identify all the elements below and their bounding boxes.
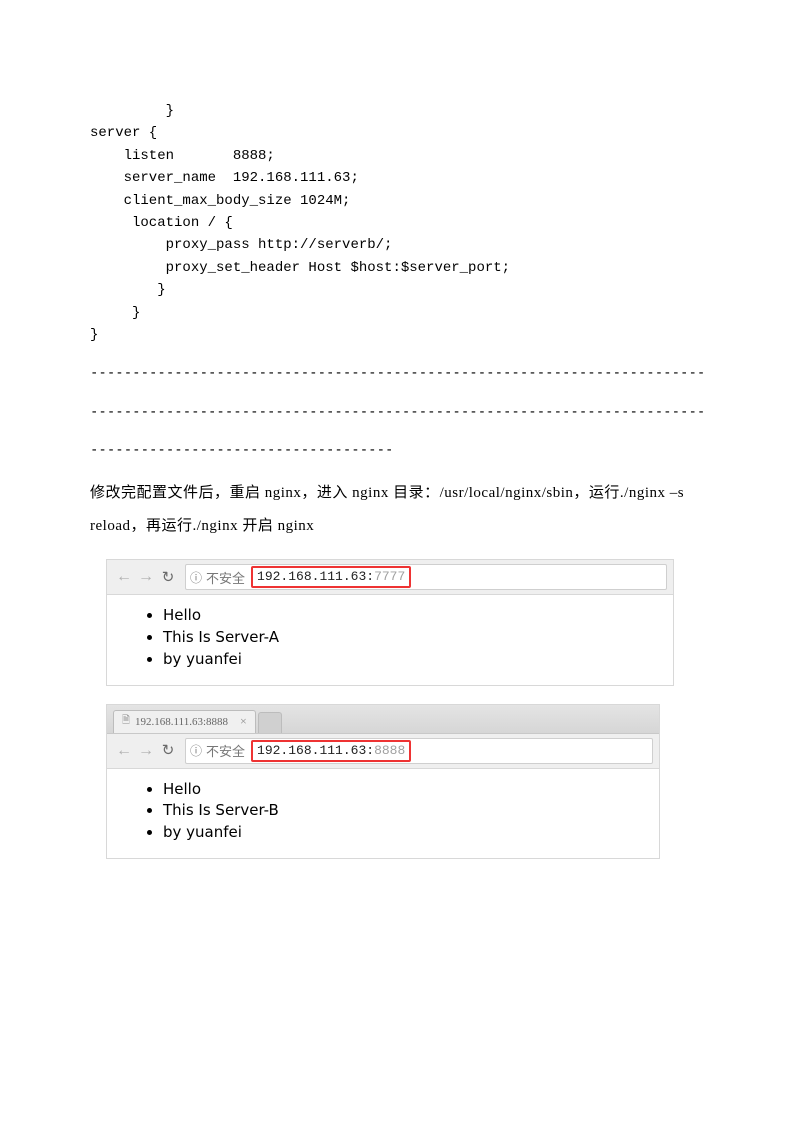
list-item: Hello [163,779,659,801]
list-item: This Is Server-B [163,800,659,822]
browser-body: Hello This Is Server-A by yuanfei [107,595,673,684]
address-bar[interactable]: ⓘ 不安全 192.168.111.63:7777 [185,564,667,590]
url-host: 192.168.111.63: [257,569,374,584]
forward-icon[interactable]: → [135,742,157,760]
reload-icon[interactable]: ↻ [157,568,179,587]
insecure-label: 不安全 [206,568,245,587]
url-port: 7777 [374,569,405,584]
close-icon[interactable]: × [240,714,247,729]
browser-screenshot-1: ← → ↻ ⓘ 不安全 192.168.111.63:7777 Hello Th… [106,559,674,685]
url-highlight: 192.168.111.63:8888 [251,740,411,762]
back-icon[interactable]: ← [113,742,135,760]
forward-icon[interactable]: → [135,568,157,586]
result-list: Hello This Is Server-A by yuanfei [107,605,673,670]
url-port: 8888 [374,743,405,758]
browser-body: Hello This Is Server-B by yuanfei [107,769,659,858]
new-tab-button[interactable] [258,712,282,733]
list-item: Hello [163,605,673,627]
info-icon: ⓘ [190,742,202,759]
info-icon: ⓘ [190,569,202,586]
browser-tabstrip: 🗎 192.168.111.63:8888 × [107,705,659,734]
insecure-label: 不安全 [206,741,245,760]
separator-short: ------------------------------------ [90,439,704,461]
instruction-paragraph: 修改完配置文件后，重启 nginx，进入 nginx 目录：/usr/local… [90,477,704,543]
tab-title: 192.168.111.63:8888 [135,716,228,728]
list-item: This Is Server-A [163,627,673,649]
browser-tab[interactable]: 🗎 192.168.111.63:8888 × [113,710,256,733]
result-list: Hello This Is Server-B by yuanfei [107,779,659,844]
page-icon: 🗎 [122,713,130,730]
browser-screenshot-2: 🗎 192.168.111.63:8888 × ← → ↻ ⓘ 不安全 192.… [106,704,660,859]
back-icon[interactable]: ← [113,568,135,586]
separator-long-1: ----------------------------------------… [90,362,704,384]
reload-icon[interactable]: ↻ [157,741,179,760]
address-bar[interactable]: ⓘ 不安全 192.168.111.63:8888 [185,738,653,764]
nginx-config-code: } server { listen 8888; server_name 192.… [90,100,704,346]
browser-toolbar: ← → ↻ ⓘ 不安全 192.168.111.63:7777 [107,560,673,595]
browser-toolbar: ← → ↻ ⓘ 不安全 192.168.111.63:8888 [107,734,659,769]
list-item: by yuanfei [163,822,659,844]
url-highlight: 192.168.111.63:7777 [251,566,411,588]
document-page: } server { listen 8888; server_name 192.… [0,0,794,859]
list-item: by yuanfei [163,649,673,671]
separator-long-2: ----------------------------------------… [90,401,704,423]
url-host: 192.168.111.63: [257,743,374,758]
